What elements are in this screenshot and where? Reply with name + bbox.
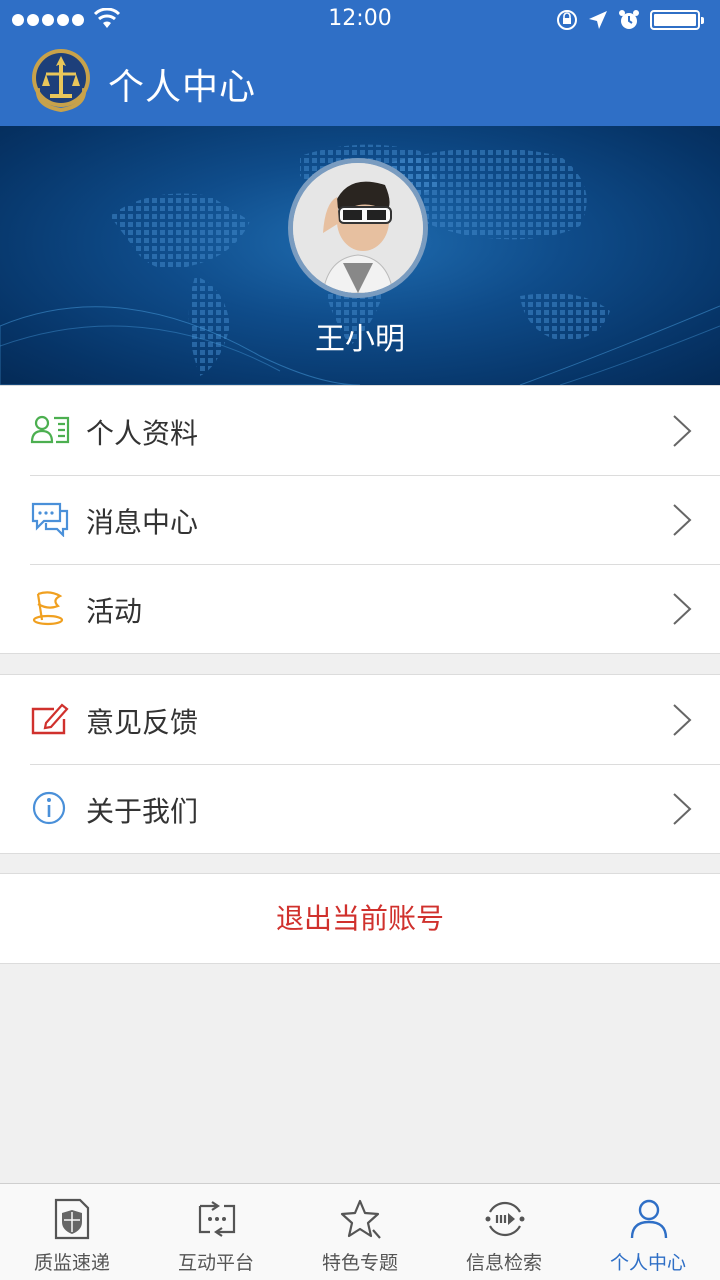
menu-item-feedback[interactable]: 意见反馈 [0,675,720,764]
chevron-right-icon [673,593,692,625]
chevron-right-icon [673,704,692,736]
menu-item-about[interactable]: 关于我们 [0,764,720,853]
top-bar: 12:00 个人中心 [0,0,720,126]
interaction-icon [198,1201,236,1237]
person-icon [630,1199,668,1239]
star-icon [340,1199,381,1239]
menu-label-activity: 活动 [86,595,143,628]
menu-label-about: 关于我们 [86,795,199,828]
logout-button[interactable]: 退出当前账号 [0,873,720,964]
tab-label: 特色专题 [321,1252,398,1274]
tab-special-topics[interactable]: 特色专题 [288,1184,432,1280]
menu-item-messages[interactable]: 消息中心 [0,475,720,564]
tab-quality-express[interactable]: 质监速递 [0,1184,144,1280]
location-arrow-icon [589,11,607,29]
nav-bar: 个人中心 [0,40,720,126]
menu-label-profile: 个人资料 [86,417,199,450]
emblem-logo [32,49,90,113]
username: 王小明 [315,322,405,357]
profile-banner: 王小明 [0,126,720,385]
info-icon [32,791,66,825]
tab-interaction[interactable]: 互动平台 [144,1184,288,1280]
menu-group-support: 意见反馈 关于我们 [0,674,720,854]
flag-icon [32,591,64,626]
tab-personal-center[interactable]: 个人中心 [576,1184,720,1280]
avatar-photo [293,163,423,293]
logout-label: 退出当前账号 [275,902,444,935]
search-circle-icon [485,1201,525,1237]
message-bubble-icon [31,502,69,537]
tab-label: 质监速递 [33,1252,110,1274]
battery-icon [650,10,704,30]
alarm-icon [619,10,639,29]
chevron-right-icon [673,504,692,536]
menu-group-account: 个人资料 消息中心 活动 [0,385,720,654]
chevron-right-icon [673,793,692,825]
shield-doc-icon [54,1198,90,1240]
avatar[interactable] [288,158,428,298]
page-title: 个人中心 [108,67,257,108]
tab-bar: 质监速递 互动平台 特色专题 信息检索 个人中心 [0,1183,720,1280]
menu-item-activity[interactable]: 活动 [0,564,720,653]
menu-label-feedback: 意见反馈 [86,706,199,739]
tab-info-search[interactable]: 信息检索 [432,1184,576,1280]
tab-label: 互动平台 [177,1252,254,1274]
status-bar: 12:00 [0,0,720,40]
tab-label: 信息检索 [465,1252,542,1274]
chevron-right-icon [673,415,692,447]
tab-label: 个人中心 [609,1252,686,1274]
menu-item-profile[interactable]: 个人资料 [0,386,720,475]
edit-feedback-icon [31,703,69,735]
profile-card-icon [30,415,70,444]
menu-label-messages: 消息中心 [86,506,199,539]
orientation-lock-icon [557,10,577,30]
